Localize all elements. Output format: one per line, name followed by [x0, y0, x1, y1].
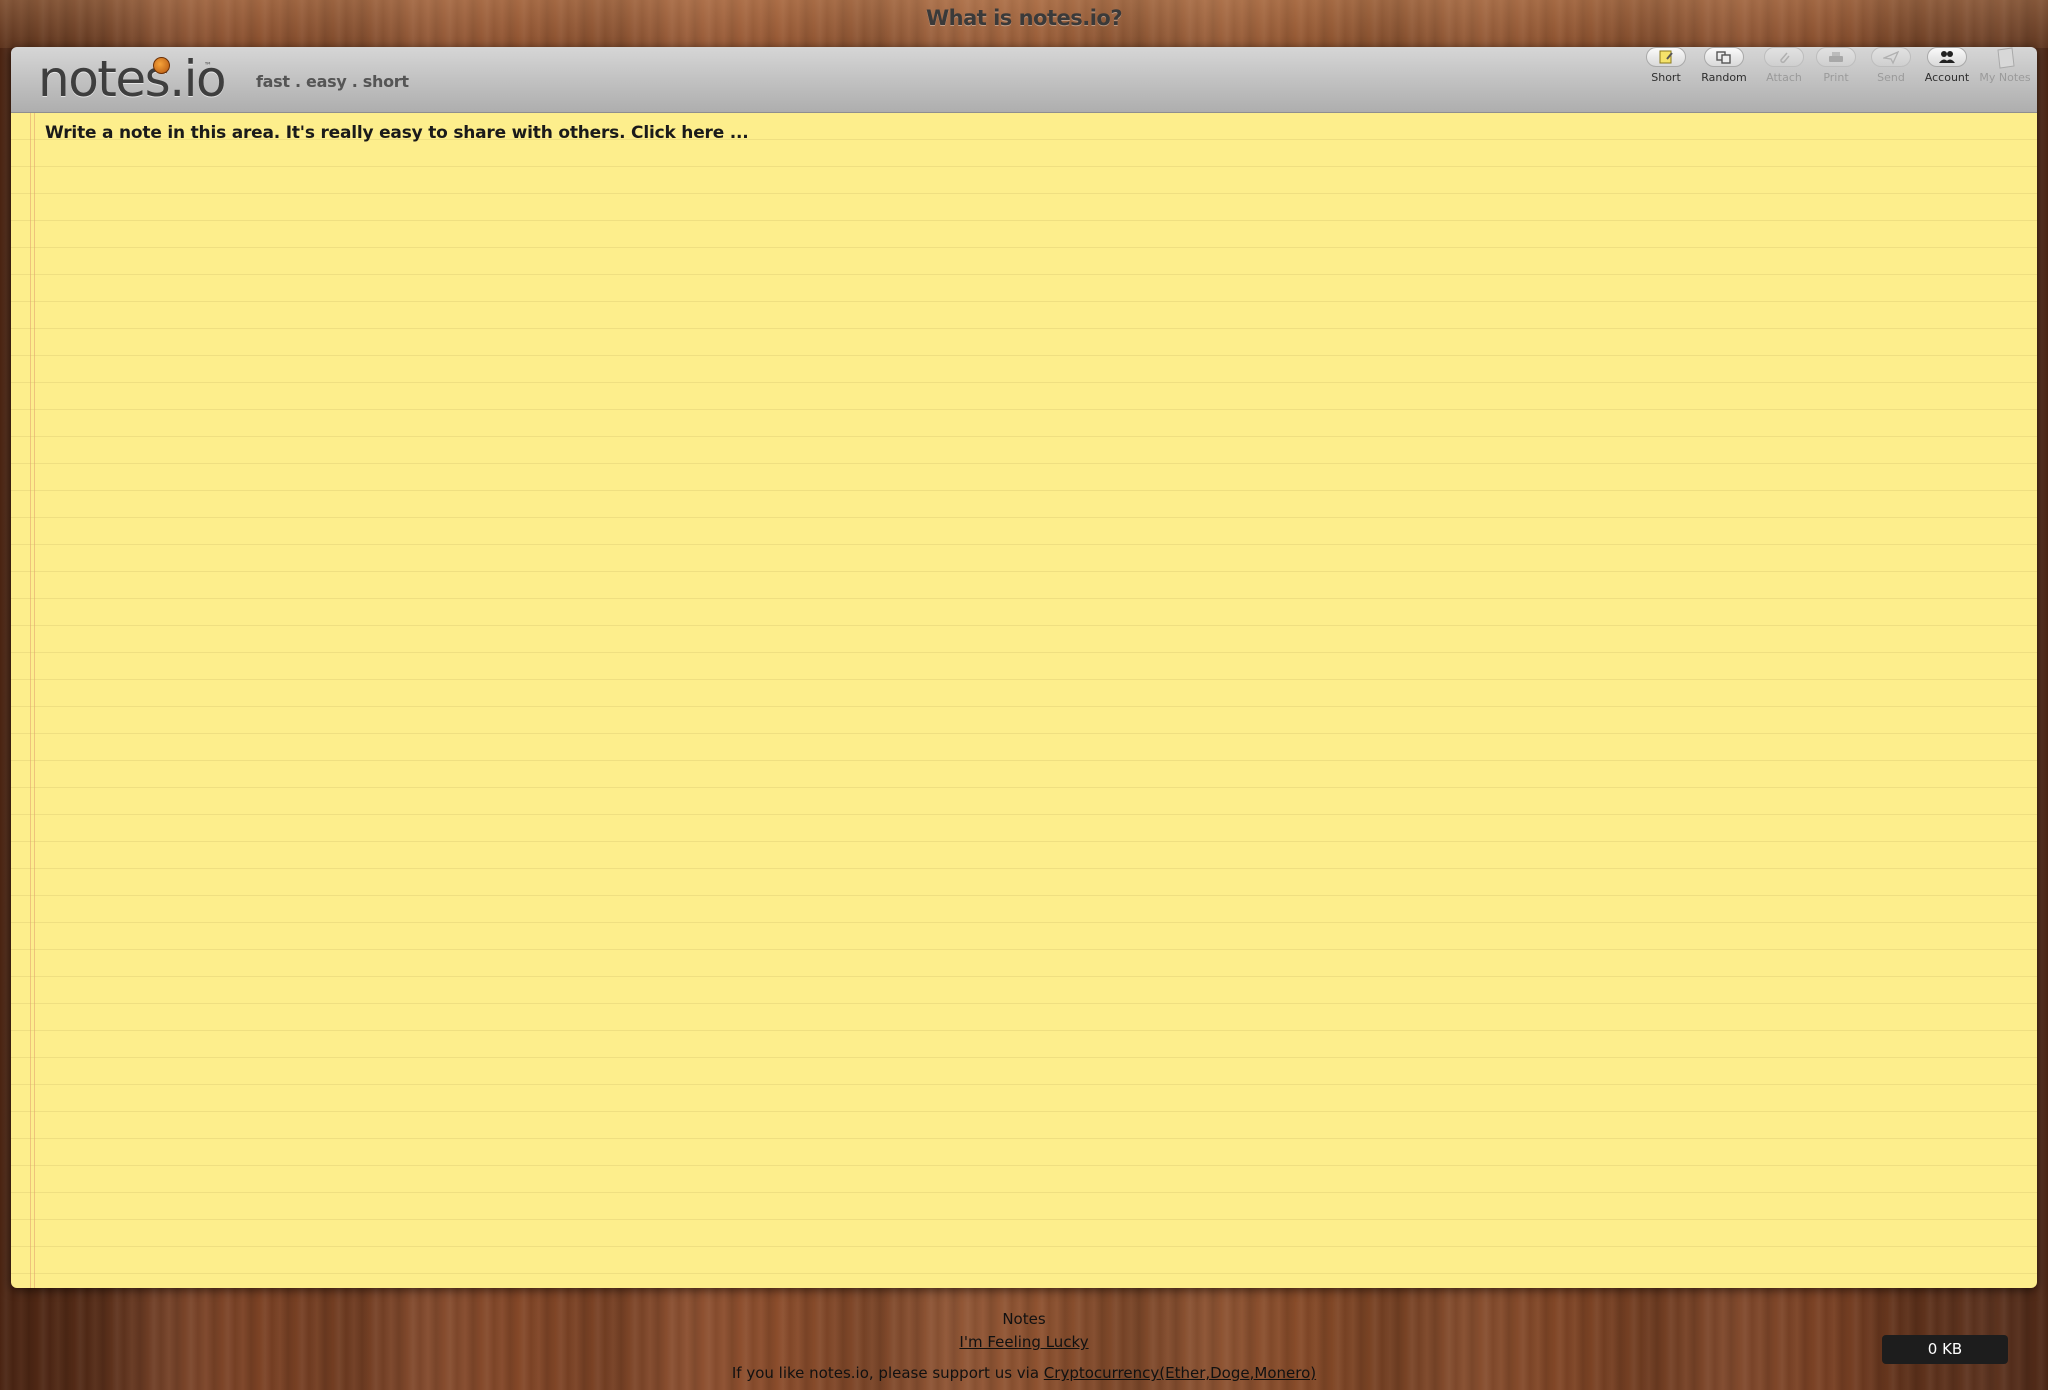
margin-line	[34, 113, 35, 1288]
users-icon	[1939, 51, 1955, 63]
my-notes-button[interactable]: My Notes	[1977, 47, 2033, 97]
send-button[interactable]: Send	[1863, 47, 1919, 97]
random-button-label: Random	[1701, 71, 1747, 84]
cryptocurrency-link[interactable]: Cryptocurrency(Ether,Doge,Monero)	[1044, 1364, 1316, 1382]
random-button[interactable]: Random	[1696, 47, 1752, 97]
attach-button-label: Attach	[1766, 71, 1802, 84]
account-button-label: Account	[1924, 71, 1970, 84]
note-pencil-icon	[1659, 50, 1673, 64]
trademark-mark: ™	[204, 61, 212, 70]
copy-pages-icon	[1716, 51, 1731, 64]
short-button[interactable]: Short	[1638, 47, 1694, 97]
print-button-label: Print	[1823, 71, 1849, 84]
note-editor[interactable]: Write a note in this area. It's really e…	[11, 113, 2037, 1288]
margin-line	[30, 113, 31, 1288]
paper-plane-icon	[1883, 50, 1899, 65]
support-text: If you like notes.io, please support us …	[731, 1364, 1044, 1382]
tagline: fast . easy . short	[256, 72, 409, 91]
what-is-notes-link[interactable]: What is notes.io?	[0, 6, 2048, 30]
note-size-badge: 0 KB	[1882, 1335, 2008, 1364]
printer-icon	[1829, 52, 1843, 62]
print-button[interactable]: Print	[1808, 47, 1864, 97]
notepad-icon	[1997, 47, 2015, 69]
send-button-label: Send	[1877, 71, 1905, 84]
feeling-lucky-link[interactable]: I'm Feeling Lucky	[959, 1333, 1088, 1351]
footer-title: Notes	[1002, 1310, 1046, 1328]
footer-support: If you like notes.io, please support us …	[0, 1364, 2048, 1382]
account-button[interactable]: Account	[1919, 47, 1975, 97]
short-button-label: Short	[1651, 71, 1681, 84]
attach-button[interactable]: Attach	[1756, 47, 1812, 97]
my-notes-button-label: My Notes	[1979, 71, 2031, 84]
note-placeholder[interactable]: Write a note in this area. It's really e…	[45, 123, 749, 143]
ladybug-icon	[153, 57, 170, 74]
logo[interactable]: notes.io	[38, 49, 227, 109]
app-panel: notes.io ™ Short Random Attach Print Sen…	[11, 47, 2037, 1288]
paperclip-icon	[1780, 52, 1790, 64]
